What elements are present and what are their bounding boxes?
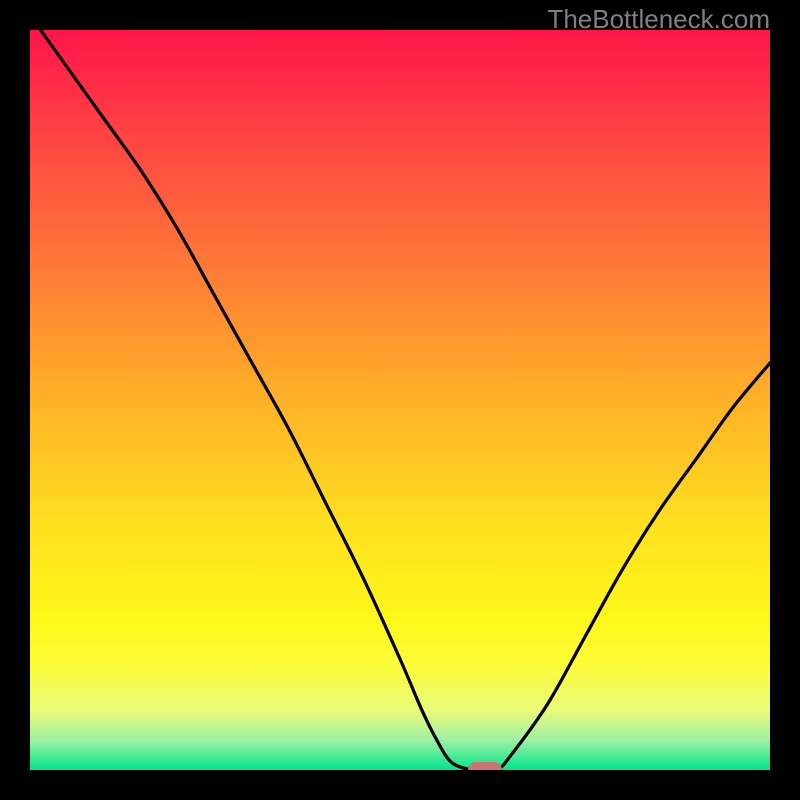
chart-svg [30,30,770,770]
chart-frame: TheBottleneck.com [0,0,800,800]
optimal-marker [468,762,502,770]
plot-area [30,30,770,770]
watermark-text: TheBottleneck.com [547,4,770,35]
